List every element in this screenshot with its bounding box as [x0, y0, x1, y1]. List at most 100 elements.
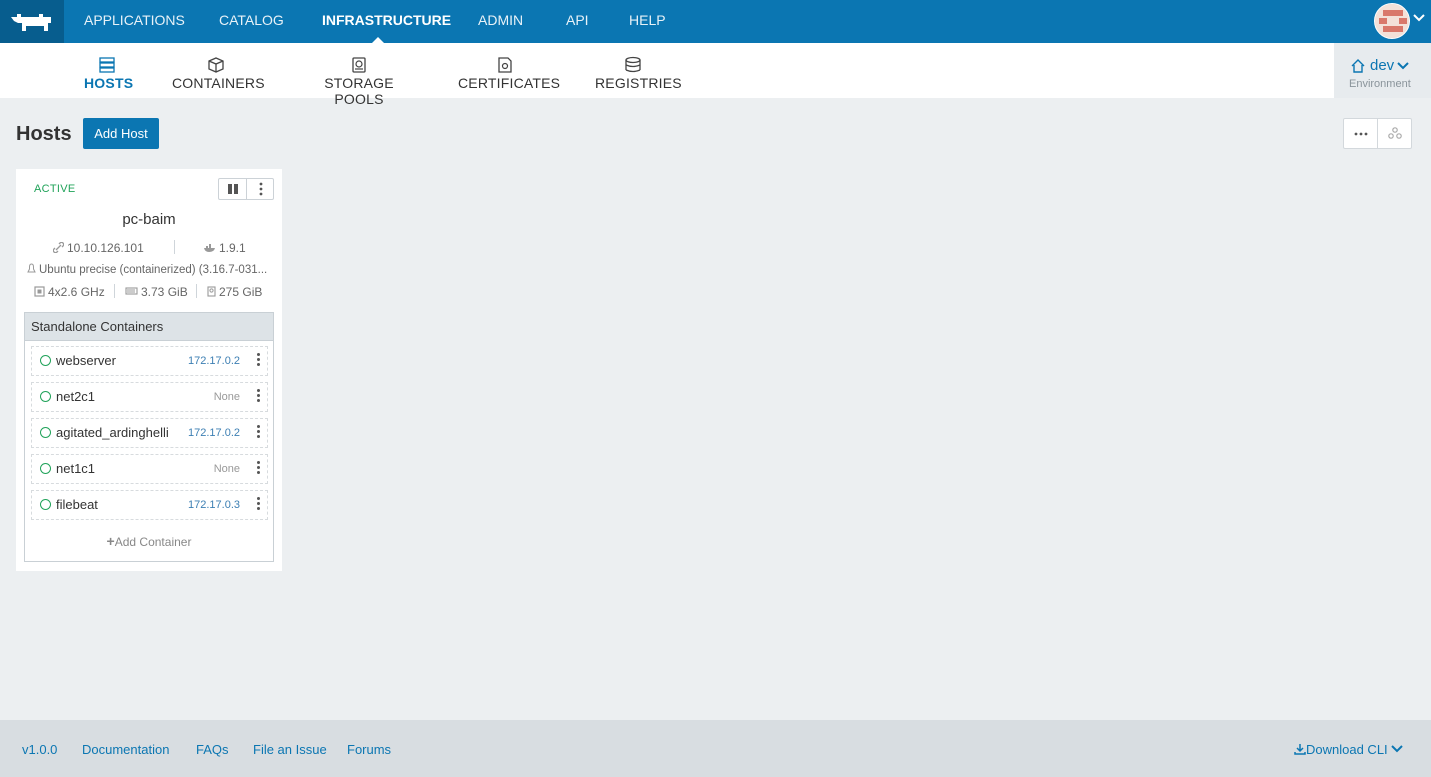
- top-navigation-bar: APPLICATIONS CATALOG INFRASTRUCTURE ADMI…: [0, 0, 1431, 43]
- vertical-ellipsis-icon[interactable]: [257, 497, 261, 512]
- database-icon: [625, 56, 641, 73]
- container-name[interactable]: net1c1: [56, 461, 95, 476]
- host-memory: 3.73 GiB: [125, 285, 188, 299]
- docker-version-text: 1.9.1: [219, 241, 246, 255]
- add-container-label: Add Container: [114, 535, 192, 549]
- host-name[interactable]: pc-baim: [16, 211, 282, 228]
- nav-applications[interactable]: APPLICATIONS: [84, 0, 185, 43]
- chevron-down-icon[interactable]: [1397, 60, 1409, 72]
- tab-certificates-label: CERTIFICATES: [458, 75, 561, 91]
- host-storage-text: 275 GiB: [219, 285, 263, 299]
- add-container-button[interactable]: +Add Container: [25, 533, 273, 549]
- host-card: ACTIVE pc-baim 10.10.126.101 1.9.1 Ubunt…: [16, 169, 282, 571]
- download-cli-label: Download CLI: [1306, 742, 1388, 757]
- memory-icon: [125, 287, 138, 295]
- host-menu-button[interactable]: [247, 179, 275, 199]
- vertical-ellipsis-icon[interactable]: [257, 425, 261, 440]
- tab-containers-label: CONTAINERS: [172, 75, 265, 91]
- tab-registries[interactable]: REGISTRIES: [595, 43, 682, 98]
- docker-version: 1.9.1: [203, 241, 246, 255]
- container-name[interactable]: net2c1: [56, 389, 95, 404]
- divider: [114, 284, 115, 298]
- docker-whale-icon: [204, 244, 215, 252]
- rancher-cow-icon: [11, 14, 51, 31]
- host-cpu: 4x2.6 GHz: [34, 285, 105, 299]
- plus-icon: +: [106, 533, 115, 549]
- view-toggle-group: [1343, 118, 1412, 149]
- nav-catalog[interactable]: CATALOG: [219, 0, 284, 43]
- hosts-icon: [99, 57, 115, 73]
- host-ip-text: 10.10.126.101: [67, 241, 144, 255]
- host-ip: 10.10.126.101: [52, 241, 144, 255]
- pause-button[interactable]: [219, 179, 247, 199]
- standalone-containers-panel: Standalone Containers webserver 172.17.0…: [24, 312, 274, 562]
- download-icon: [1294, 744, 1306, 755]
- tab-certificates[interactable]: CERTIFICATES: [458, 43, 561, 98]
- divider: [196, 284, 197, 298]
- forums-link[interactable]: Forums: [347, 742, 391, 757]
- chevron-down-icon[interactable]: [1413, 11, 1425, 25]
- vertical-ellipsis-icon[interactable]: [257, 353, 261, 368]
- running-status-icon: [40, 391, 51, 402]
- host-os-text: Ubuntu precise (containerized) (3.16.7-0…: [39, 264, 268, 276]
- nav-api[interactable]: API: [566, 0, 589, 43]
- page-title: Hosts: [16, 123, 72, 145]
- storage-drive-icon: [352, 57, 366, 73]
- container-ip: 172.17.0.3: [188, 499, 240, 511]
- container-row[interactable]: filebeat 172.17.0.3: [31, 490, 268, 520]
- cluster-view-button[interactable]: [1378, 119, 1412, 148]
- nav-admin[interactable]: ADMIN: [478, 0, 523, 43]
- ellipsis-icon: [1354, 132, 1367, 136]
- file-issue-link[interactable]: File an Issue: [253, 742, 327, 757]
- tab-hosts[interactable]: HOSTS: [84, 43, 134, 98]
- host-os: Ubuntu precise (containerized) (3.16.7-0…: [27, 263, 267, 276]
- container-name[interactable]: webserver: [56, 353, 116, 368]
- nav-help[interactable]: HELP: [629, 0, 666, 43]
- host-cpu-text: 4x2.6 GHz: [48, 285, 105, 299]
- containers-header: Standalone Containers: [25, 313, 273, 341]
- container-ip: None: [213, 463, 240, 475]
- host-state-badge: ACTIVE: [34, 183, 76, 195]
- pause-icon: [227, 184, 238, 194]
- vertical-ellipsis-icon[interactable]: [257, 461, 261, 476]
- container-ip: None: [213, 391, 240, 403]
- add-host-button[interactable]: Add Host: [83, 118, 159, 149]
- more-options-button[interactable]: [1344, 119, 1378, 148]
- link-icon: [52, 241, 65, 254]
- container-name[interactable]: agitated_ardinghelli: [56, 425, 169, 440]
- container-row[interactable]: agitated_ardinghelli 172.17.0.2: [31, 418, 268, 448]
- host-actions: [218, 178, 274, 200]
- container-row[interactable]: net2c1 None: [31, 382, 268, 412]
- linux-icon: [27, 263, 36, 273]
- running-status-icon: [40, 463, 51, 474]
- storage-drive-icon: [207, 286, 216, 297]
- container-row[interactable]: net1c1 None: [31, 454, 268, 484]
- footer: v1.0.0 Documentation FAQs File an Issue …: [0, 720, 1431, 777]
- download-cli-button[interactable]: Download CLI: [1294, 742, 1403, 757]
- vertical-ellipsis-icon[interactable]: [257, 389, 261, 404]
- certificate-icon: [498, 57, 512, 73]
- running-status-icon: [40, 427, 51, 438]
- faqs-link[interactable]: FAQs: [196, 742, 229, 757]
- environment-label: Environment: [1349, 78, 1411, 90]
- running-status-icon: [40, 355, 51, 366]
- container-row[interactable]: webserver 172.17.0.2: [31, 346, 268, 376]
- container-cube-icon: [208, 57, 224, 73]
- user-avatar-icon[interactable]: [1374, 3, 1410, 39]
- tab-containers[interactable]: CONTAINERS: [172, 43, 265, 98]
- chevron-down-icon: [1390, 745, 1403, 753]
- vertical-ellipsis-icon: [259, 182, 263, 196]
- host-memory-text: 3.73 GiB: [141, 285, 188, 299]
- nav-infrastructure[interactable]: INFRASTRUCTURE: [322, 0, 451, 43]
- environment-name[interactable]: dev: [1370, 57, 1394, 74]
- tab-hosts-label: HOSTS: [84, 75, 134, 91]
- divider: [174, 240, 175, 254]
- tab-storage-pools[interactable]: STORAGE POOLS: [303, 43, 415, 107]
- documentation-link[interactable]: Documentation: [82, 742, 169, 757]
- rancher-logo[interactable]: [0, 0, 64, 43]
- container-ip: 172.17.0.2: [188, 355, 240, 367]
- sub-navigation-bar: HOSTS CONTAINERS STORAGE POOLS CERTIFICA…: [0, 43, 1431, 107]
- cpu-icon: [34, 286, 45, 297]
- version-link[interactable]: v1.0.0: [22, 742, 57, 757]
- container-name[interactable]: filebeat: [56, 497, 98, 512]
